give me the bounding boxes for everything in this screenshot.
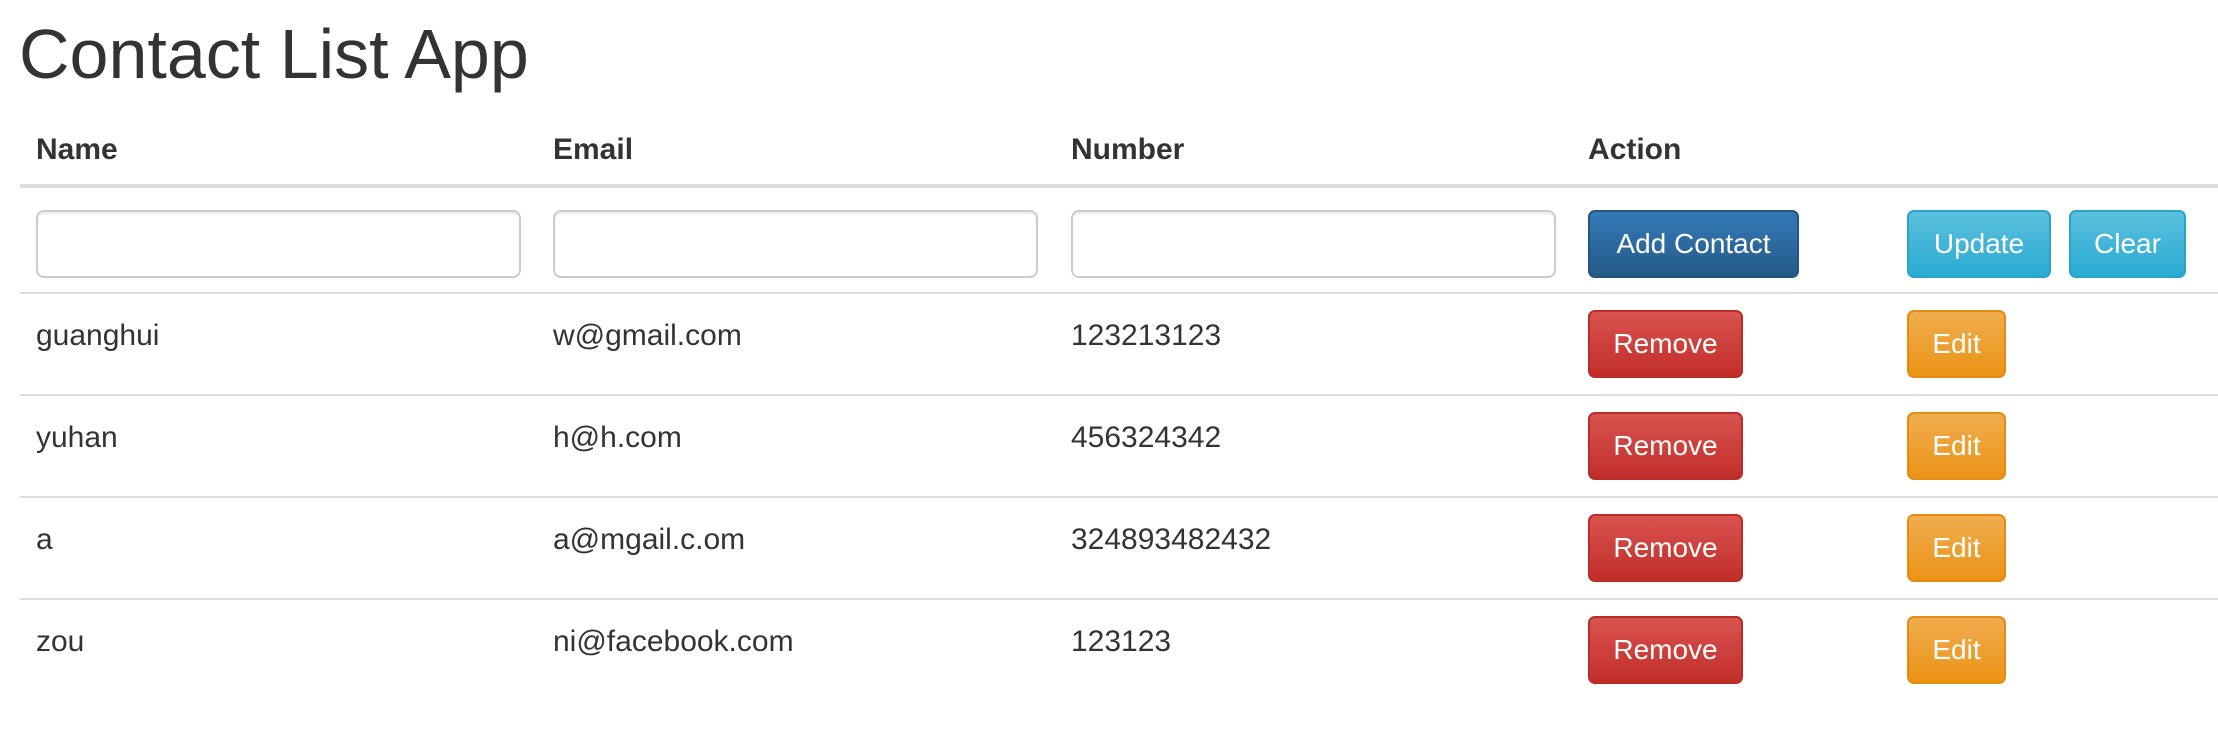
contact-email: w@gmail.com <box>553 319 742 352</box>
page-title: Contact List App <box>19 15 529 93</box>
contact-number: 123123 <box>1071 625 1172 658</box>
edit-button[interactable]: Edit <box>1907 514 2006 582</box>
header-number: Number <box>1071 133 1185 166</box>
table-row: a a@mgail.c.om 324893482432 Remove Edit <box>20 498 2218 600</box>
name-input[interactable] <box>36 210 521 278</box>
remove-button[interactable]: Remove <box>1588 616 1743 684</box>
table-row: zou ni@facebook.com 123123 Remove Edit <box>20 600 2218 702</box>
contact-email: a@mgail.c.om <box>553 523 746 556</box>
update-button[interactable]: Update <box>1907 210 2051 278</box>
clear-button[interactable]: Clear <box>2069 210 2186 278</box>
page: Contact List App Name Email Number Actio… <box>0 0 2218 734</box>
new-contact-form-row: Add Contact Update Clear <box>20 188 2218 294</box>
contact-name: guanghui <box>36 319 160 352</box>
add-contact-button[interactable]: Add Contact <box>1588 210 1799 278</box>
table-row: yuhan h@h.com 456324342 Remove Edit <box>20 396 2218 498</box>
email-input[interactable] <box>553 210 1038 278</box>
remove-button[interactable]: Remove <box>1588 514 1743 582</box>
header-action: Action <box>1588 133 1682 166</box>
contact-name: yuhan <box>36 421 118 454</box>
remove-button[interactable]: Remove <box>1588 412 1743 480</box>
contact-email: h@h.com <box>553 421 682 454</box>
contact-name: zou <box>36 625 85 658</box>
edit-button[interactable]: Edit <box>1907 616 2006 684</box>
header-email: Email <box>553 133 634 166</box>
contact-number: 456324342 <box>1071 421 1222 454</box>
contacts-table: Name Email Number Action Add Contact Upd… <box>20 120 2218 702</box>
contact-number: 324893482432 <box>1071 523 1272 556</box>
number-input[interactable] <box>1071 210 1556 278</box>
header-name: Name <box>36 133 118 166</box>
contact-email: ni@facebook.com <box>553 625 794 658</box>
table-header-row: Name Email Number Action <box>20 120 2218 188</box>
edit-button[interactable]: Edit <box>1907 310 2006 378</box>
table-row: guanghui w@gmail.com 123213123 Remove Ed… <box>20 294 2218 396</box>
contact-name: a <box>36 523 53 556</box>
edit-button[interactable]: Edit <box>1907 412 2006 480</box>
remove-button[interactable]: Remove <box>1588 310 1743 378</box>
contact-number: 123213123 <box>1071 319 1222 352</box>
